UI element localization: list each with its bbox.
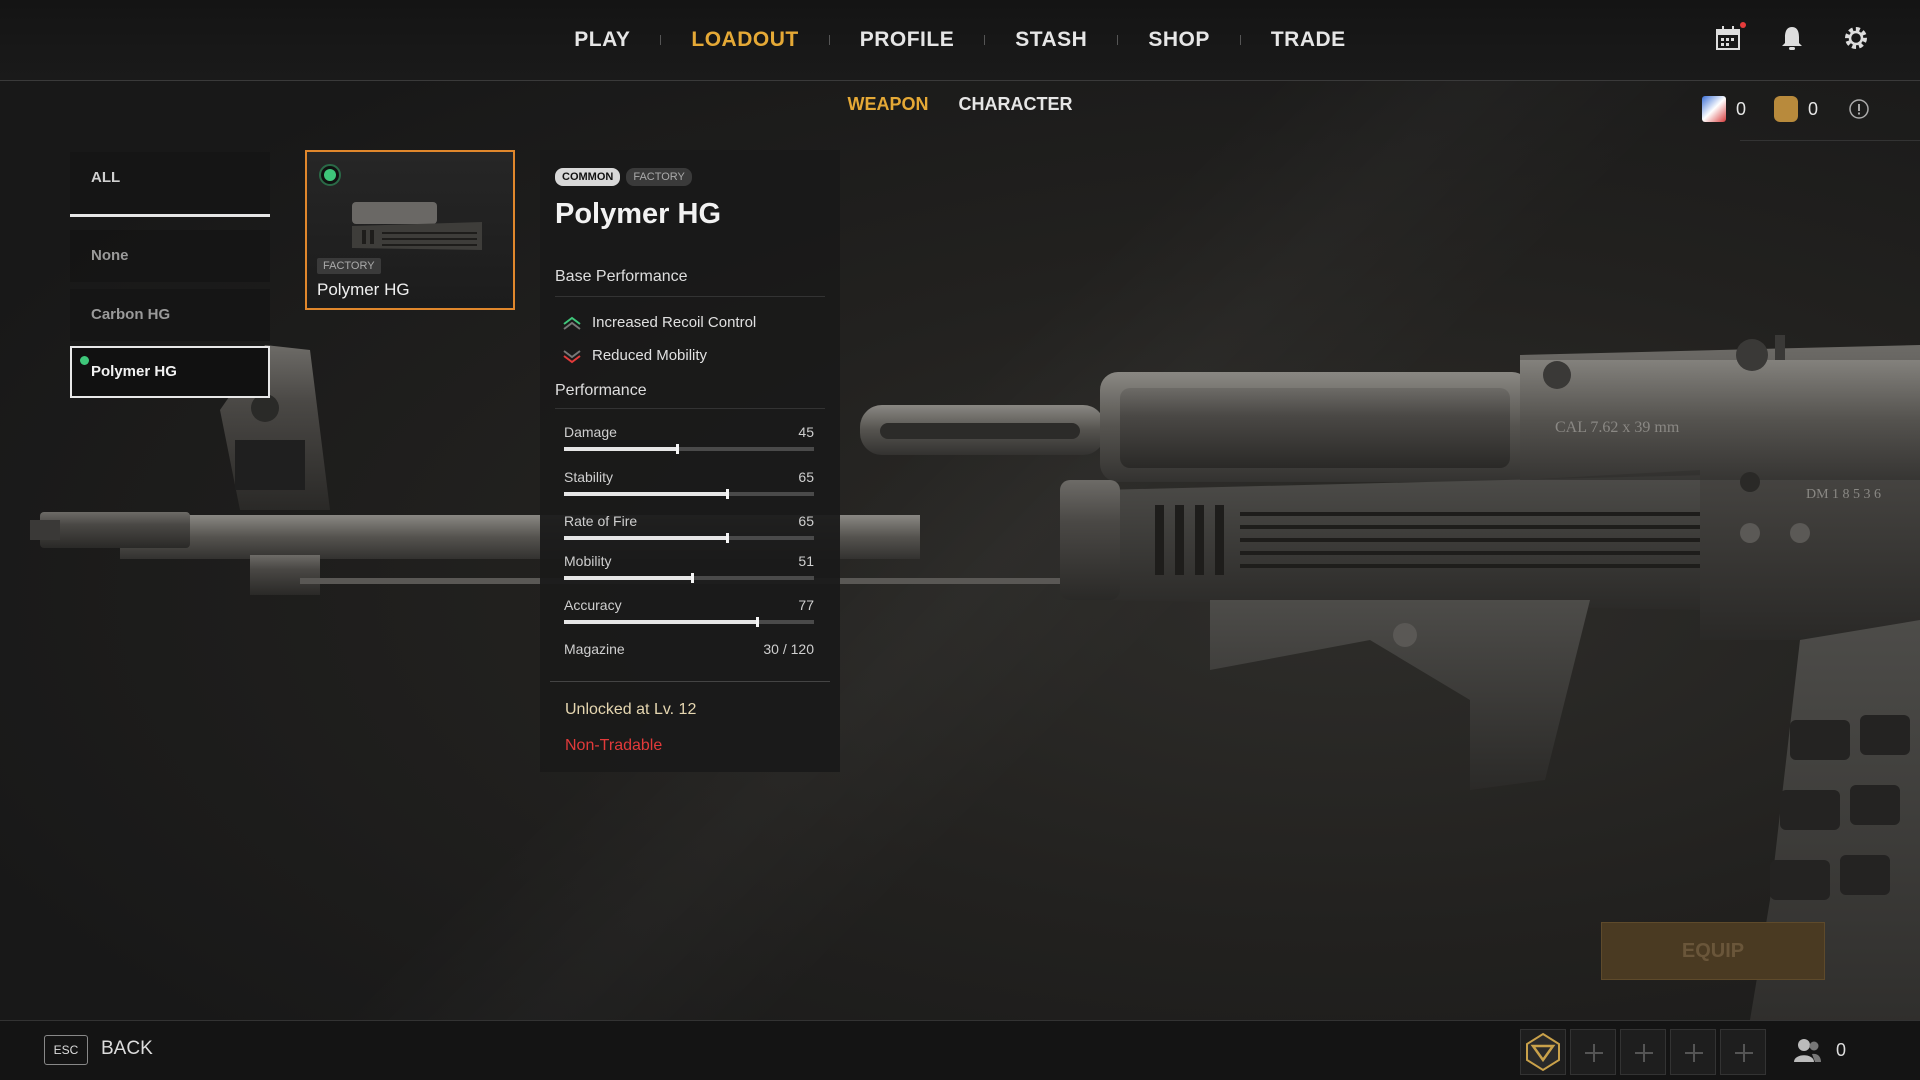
handguard-thumbnail — [352, 202, 482, 250]
filter-all[interactable]: ALL — [70, 152, 270, 217]
source-badge: FACTORY — [626, 168, 692, 186]
list-item-none[interactable]: None — [70, 230, 270, 282]
performance-heading: Performance — [555, 382, 647, 399]
stat-bar-fill — [564, 576, 692, 580]
add-party-slot[interactable] — [1570, 1029, 1616, 1075]
base-performance-heading: Base Performance — [555, 268, 688, 285]
attachment-card[interactable]: FACTORY Polymer HG — [305, 150, 515, 310]
stat-bar-fill — [564, 536, 727, 540]
top-nav-bar: PLAY LOADOUT PROFILE STASH SHOP TRADE — [0, 0, 1920, 81]
currency-display: 0 0 — [1701, 96, 1870, 122]
card-name: Polymer HG — [317, 280, 410, 299]
stat-bar-marker — [691, 573, 694, 583]
player-emblem-icon[interactable] — [1520, 1029, 1566, 1075]
stat-value: 65 — [798, 513, 814, 529]
nav-loadout[interactable]: LOADOUT — [661, 28, 828, 52]
stat-bar — [564, 489, 814, 499]
divider — [555, 296, 825, 297]
stat-bar-marker — [726, 489, 729, 499]
sub-tabs: WEAPON CHARACTER — [0, 94, 1920, 115]
nav-play[interactable]: PLAY — [544, 28, 660, 52]
stat-label: Mobility — [564, 553, 612, 569]
nav-stash[interactable]: STASH — [985, 28, 1117, 52]
notification-dot — [1740, 22, 1746, 28]
stat-bar-fill — [564, 620, 757, 624]
unlock-requirement: Unlocked at Lv. 12 — [565, 701, 697, 718]
stat-bar — [564, 573, 814, 583]
weapon-serial: DM 1 8 5 3 6 — [1806, 487, 1881, 502]
stat-bar-marker — [726, 533, 729, 543]
attachment-detail-panel: COMMON FACTORY Polymer HG Base Performan… — [540, 150, 840, 772]
sp-currency-icon — [1773, 96, 1798, 122]
friends-count: 0 — [1836, 1039, 1847, 1060]
stat-bar — [564, 533, 814, 543]
perk-positive: Increased Recoil Control — [562, 314, 756, 331]
equipped-indicator — [319, 164, 341, 186]
esc-key-hint[interactable]: ESC — [44, 1035, 88, 1065]
card-source-badge: FACTORY — [317, 258, 381, 274]
chevron-up-green-icon — [563, 316, 581, 330]
saz-amount: 0 — [1735, 98, 1746, 119]
stat-label: Magazine — [564, 641, 625, 657]
stat-value: 30 / 120 — [763, 641, 814, 657]
stat-value: 65 — [798, 469, 814, 485]
stat-bar-fill — [564, 492, 727, 496]
list-item-polymer-hg[interactable]: Polymer HG — [70, 346, 270, 398]
back-button[interactable]: BACK — [101, 1038, 153, 1060]
weapon-render: CAL 7.62 x 39 mm DM 1 8 5 3 6 — [30, 335, 1920, 1080]
perk-negative: Reduced Mobility — [562, 347, 707, 364]
stat-bar-fill — [564, 447, 677, 451]
stat-bar-marker — [756, 617, 759, 627]
rarity-badge: COMMON — [555, 168, 621, 186]
divider — [550, 681, 830, 682]
bell-icon[interactable] — [1778, 24, 1806, 52]
add-party-slot[interactable] — [1720, 1029, 1766, 1075]
divider — [1740, 140, 1920, 141]
bottom-bar: ESC BACK 0 — [0, 1020, 1920, 1080]
saz-currency-icon — [1701, 96, 1726, 122]
tab-character[interactable]: CHARACTER — [959, 94, 1073, 115]
stat-bar — [564, 444, 814, 454]
add-party-slot[interactable] — [1620, 1029, 1666, 1075]
stat-value: 45 — [798, 424, 814, 440]
equipped-dot — [80, 356, 89, 365]
calendar-icon[interactable] — [1714, 22, 1746, 52]
stat-value: 77 — [798, 597, 814, 613]
list-item-label: Polymer HG — [91, 363, 177, 380]
perk-label: Reduced Mobility — [592, 347, 708, 364]
top-icon-group — [1714, 22, 1870, 52]
nav-shop[interactable]: SHOP — [1118, 28, 1240, 52]
stat-bar — [564, 617, 814, 627]
main-nav: PLAY LOADOUT PROFILE STASH SHOP TRADE — [0, 0, 1920, 80]
chevron-down-red-icon — [563, 349, 581, 363]
stat-label: Stability — [564, 469, 614, 485]
nav-profile[interactable]: PROFILE — [830, 28, 985, 52]
tradable-status: Non-Tradable — [565, 737, 663, 754]
divider — [555, 408, 825, 409]
sp-amount: 0 — [1807, 98, 1818, 119]
loadout-screen: CAL 7.62 x 39 mm DM 1 8 5 3 6 PLAY LOADO… — [0, 0, 1920, 1080]
gear-icon[interactable] — [1842, 24, 1870, 52]
equip-button[interactable]: EQUIP — [1601, 922, 1825, 980]
friends-icon — [1794, 1039, 1821, 1062]
add-party-slot[interactable] — [1670, 1029, 1716, 1075]
tab-weapon[interactable]: WEAPON — [848, 94, 929, 115]
info-icon[interactable] — [1848, 98, 1870, 120]
friends-button[interactable]: 0 — [1792, 1037, 1846, 1063]
list-item-carbon-hg[interactable]: Carbon HG — [70, 289, 270, 341]
stat-label: Accuracy — [564, 597, 622, 613]
nav-trade[interactable]: TRADE — [1241, 28, 1376, 52]
stat-value: 51 — [798, 553, 814, 569]
stat-bar-marker — [676, 444, 679, 454]
weapon-engraving: CAL 7.62 x 39 mm — [1555, 419, 1680, 436]
stat-label: Damage — [564, 424, 617, 440]
detail-badges: COMMON FACTORY — [555, 168, 692, 186]
attachment-title: Polymer HG — [555, 198, 721, 230]
stat-label: Rate of Fire — [564, 513, 638, 529]
party-slots — [1520, 1029, 1766, 1075]
perk-label: Increased Recoil Control — [592, 314, 757, 331]
